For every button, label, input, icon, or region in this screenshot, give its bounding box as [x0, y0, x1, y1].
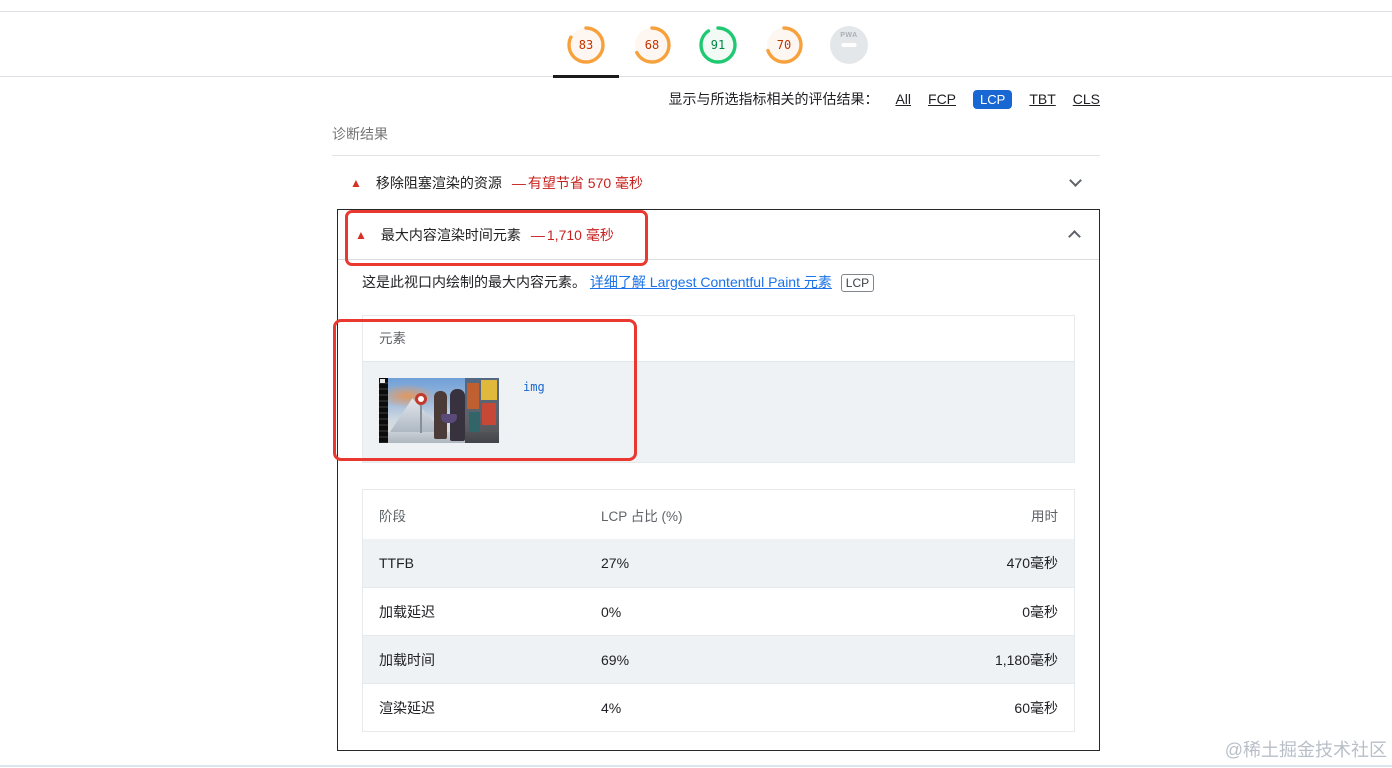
percent-col-header: LCP 占比 (%)	[601, 508, 683, 524]
lcp-element-thumbnail	[379, 378, 499, 443]
phase-table-head: 阶段 LCP 占比 (%) 用时	[363, 490, 1074, 539]
audit-render-blocking-resources[interactable]: ▲ 移除阻塞渲染的资源 — 有望节省 570 毫秒	[332, 156, 1100, 209]
diagnostics-section: 诊断结果 ▲ 移除阻塞渲染的资源 — 有望节省 570 毫秒 ▲ 最大内容渲染时…	[332, 118, 1100, 751]
lcp-chip: LCP	[840, 274, 875, 292]
learn-more-link[interactable]: 详细了解 Largest Contentful Paint 元素	[590, 274, 832, 290]
audit-title: 移除阻塞渲染的资源	[375, 174, 502, 191]
warning-triangle-icon: ▲	[350, 175, 362, 190]
gauge-accessibility[interactable]: 68	[632, 25, 672, 65]
element-table-row: img	[363, 362, 1074, 462]
phase-table-row: TTFB 27% 470毫秒	[363, 539, 1074, 587]
phase-name-cell: 渲染延迟	[379, 699, 435, 716]
timing-col-header: 用时	[1031, 508, 1058, 524]
warning-triangle-icon: ▲	[355, 227, 367, 242]
phase-name-cell: 加载时间	[379, 651, 435, 668]
phase-timing-cell: 60毫秒	[1014, 699, 1058, 716]
audit-description: 这是此视口内绘制的最大内容元素。 详细了解 Largest Contentful…	[338, 260, 1099, 306]
pwa-label: PWA	[840, 32, 858, 39]
element-node-tag: img	[523, 380, 545, 394]
phase-timing-cell: 470毫秒	[1006, 555, 1058, 571]
element-table-header: 元素	[363, 316, 1074, 362]
phase-table-row: 加载时间 69% 1,180毫秒	[363, 635, 1074, 683]
gauge-score: 68	[644, 38, 660, 52]
metric-filter-option-cls[interactable]: CLS	[1073, 91, 1100, 107]
description-text: 这是此视口内绘制的最大内容元素。	[362, 274, 586, 290]
gauge-best-practices[interactable]: 91	[698, 25, 738, 65]
phase-percent-cell: 4%	[601, 699, 622, 716]
metric-filter: 显示与所选指标相关的评估结果： All FCP LCP TBT CLS	[332, 89, 1100, 109]
phase-col-header: 阶段	[379, 508, 406, 524]
element-table: 元素 img	[362, 315, 1075, 463]
gauge-performance[interactable]: 83	[566, 25, 606, 65]
audit-separator: —	[530, 226, 545, 243]
lcp-phases-table: 阶段 LCP 占比 (%) 用时 TTFB 27% 470毫秒 加载延迟 0% …	[362, 489, 1075, 732]
score-header: 83 68 91 70 PWA	[0, 11, 1392, 77]
phase-timing-cell: 0毫秒	[1022, 603, 1058, 620]
phase-table-row: 加载延迟 0% 0毫秒	[363, 587, 1074, 635]
audit-lcp-element-panel: ▲ 最大内容渲染时间元素 — 1,710 毫秒 这是此视口内绘制的最大内容元素。…	[333, 209, 1100, 751]
phase-timing-cell: 1,180毫秒	[994, 651, 1058, 668]
phase-percent-cell: 69%	[601, 651, 630, 668]
metric-filter-options: All FCP LCP TBT CLS	[895, 89, 1100, 109]
metric-filter-option-fcp[interactable]: FCP	[928, 91, 956, 107]
metric-filter-option-lcp[interactable]: LCP	[973, 89, 1013, 109]
chevron-down-icon[interactable]	[1069, 174, 1082, 187]
score-gauges: 83 68 91 70 PWA	[42, 12, 1392, 65]
page-bottom-divider	[0, 765, 1392, 767]
watermark: @稀土掘金技术社区	[1224, 740, 1387, 760]
gauge-seo[interactable]: 70	[764, 25, 804, 65]
audit-separator: —	[511, 174, 526, 191]
pwa-badge[interactable]: PWA	[830, 26, 868, 64]
phase-name-cell: TTFB	[379, 555, 414, 571]
gauge-score: 83	[578, 38, 594, 52]
phase-table-body: TTFB 27% 470毫秒 加载延迟 0% 0毫秒 加载时间 69% 1,18…	[363, 539, 1074, 731]
audit-lcp-element-header[interactable]: ▲ 最大内容渲染时间元素 — 1,710 毫秒	[338, 210, 1099, 260]
phase-percent-cell: 27%	[601, 555, 630, 571]
audit-title: 最大内容渲染时间元素	[380, 226, 521, 243]
phase-name-cell: 加载延迟	[379, 603, 435, 620]
phase-percent-cell: 0%	[601, 603, 622, 620]
gauge-score: 70	[776, 38, 792, 52]
pwa-dash-icon	[841, 43, 857, 47]
diagnostics-heading: 诊断结果	[332, 126, 388, 142]
metric-filter-option-all[interactable]: All	[895, 91, 911, 107]
metric-filter-label: 显示与所选指标相关的评估结果：	[668, 91, 879, 107]
chevron-up-icon[interactable]	[1068, 230, 1081, 243]
audit-savings: 有望节省 570 毫秒	[527, 174, 644, 191]
audit-value: 1,710 毫秒	[546, 226, 614, 243]
metric-filter-option-tbt[interactable]: TBT	[1029, 91, 1055, 107]
phase-table-row: 渲染延迟 4% 60毫秒	[363, 683, 1074, 731]
gauge-score: 91	[710, 38, 726, 52]
